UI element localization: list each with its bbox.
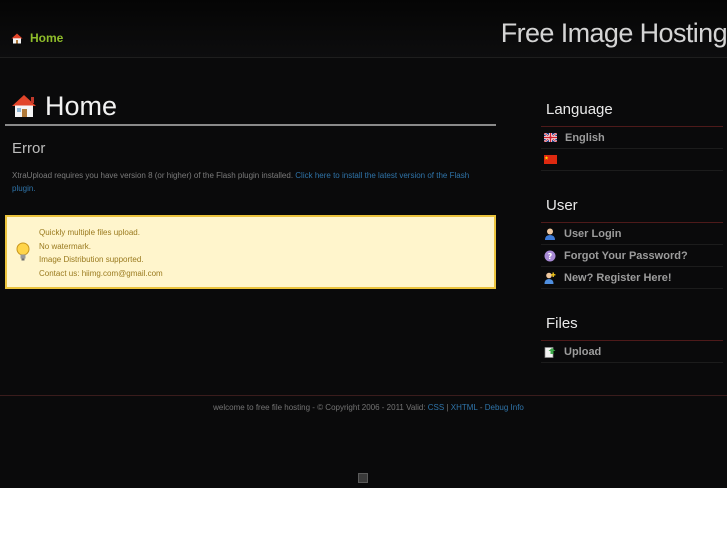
nav-home-link[interactable]: Home [11, 31, 63, 45]
forgot-password-link[interactable]: ? Forgot Your Password? [541, 245, 723, 267]
language-item-english[interactable]: English [541, 127, 723, 149]
uk-flag-icon [544, 133, 557, 142]
header: Home Free Image Hosting [0, 0, 727, 58]
site-title: Free Image Hosting [500, 18, 727, 48]
upload-icon [544, 346, 556, 358]
footer-copyright: welcome to free file hosting - © Copyrig… [213, 403, 426, 412]
error-message: XtraUpload requires you have version 8 (… [12, 169, 494, 195]
lightbulb-icon [16, 242, 30, 261]
nav-home-label: Home [30, 31, 64, 45]
china-flag-icon [544, 155, 557, 164]
sidebar: Language English User User Login ? Forgo… [541, 96, 723, 363]
forgot-password-label: Forgot Your Password? [564, 249, 688, 262]
css-validator-link[interactable]: CSS [428, 403, 444, 412]
info-line: Image Distribution supported. [39, 255, 144, 265]
debug-toggle-button[interactable] [358, 473, 368, 483]
error-message-text: XtraUpload requires you have version 8 (… [12, 171, 294, 180]
user-login-label: User Login [564, 227, 622, 240]
info-line: Contact us: hiimg.com@gmail.com [39, 269, 163, 279]
upload-link[interactable]: Upload [541, 341, 723, 363]
debug-info-link[interactable]: Debug Info [485, 403, 524, 412]
register-label: New? Register Here! [564, 271, 672, 284]
register-link[interactable]: New? Register Here! [541, 267, 723, 289]
page: Home Free Image Hosting Home Error XtraU… [0, 0, 727, 488]
home-icon [11, 33, 23, 43]
add-user-icon [544, 272, 556, 284]
language-section-title: Language [541, 96, 723, 127]
svg-text:?: ? [548, 252, 553, 261]
home-icon [12, 95, 36, 117]
xhtml-validator-link[interactable]: XHTML [451, 403, 478, 412]
main-content: Home Error XtraUpload requires you have … [5, 88, 496, 195]
page-heading: Home [5, 88, 496, 126]
language-list: English [541, 127, 723, 171]
footer-separator: | [446, 403, 449, 412]
language-item-chinese[interactable] [541, 149, 723, 171]
user-login-link[interactable]: User Login [541, 223, 723, 245]
files-menu: Upload [541, 341, 723, 363]
info-line: No watermark. [39, 241, 92, 251]
user-section-title: User [541, 192, 723, 223]
files-section-title: Files [541, 310, 723, 341]
user-icon [545, 228, 555, 240]
help-icon: ? [544, 250, 556, 261]
upload-label: Upload [564, 345, 602, 358]
footer-divider [0, 395, 727, 396]
language-label: English [565, 131, 605, 144]
info-box: Quickly multiple files upload. No waterm… [5, 215, 496, 289]
page-title: Home [45, 90, 118, 121]
user-menu: User Login ? Forgot Your Password? New? … [541, 223, 723, 289]
footer-dash: - [479, 403, 483, 412]
info-list: Quickly multiple files upload. No waterm… [39, 226, 163, 281]
footer: welcome to free file hosting - © Copyrig… [0, 403, 727, 412]
info-line: Quickly multiple files upload. [39, 228, 140, 237]
error-title: Error [12, 140, 46, 157]
